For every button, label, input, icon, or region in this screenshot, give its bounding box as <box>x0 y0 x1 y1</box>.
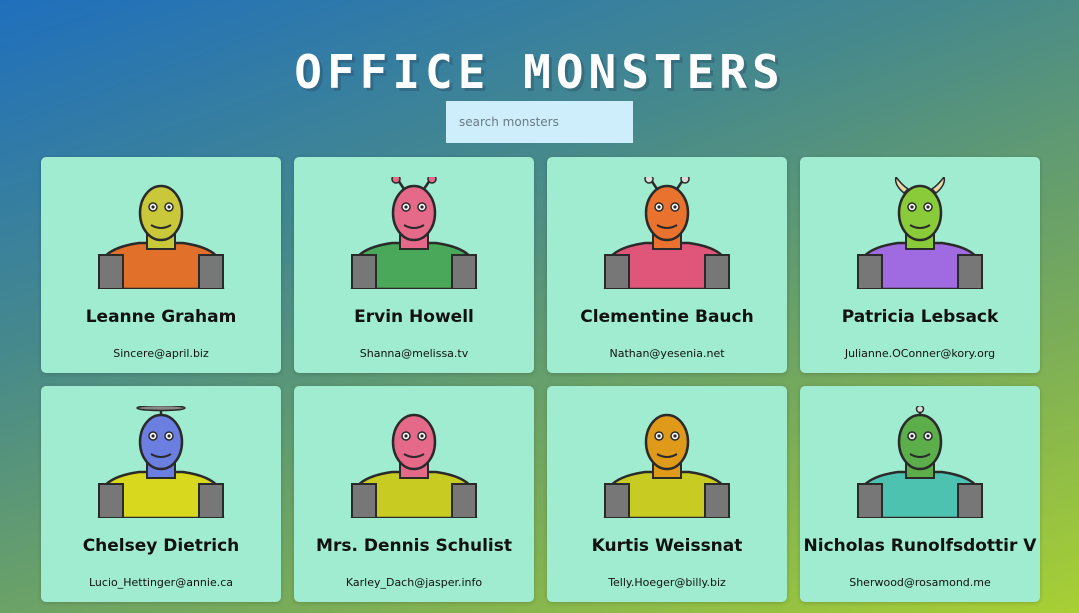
monster-shoulder-right <box>198 254 224 289</box>
monster-shoulder-right <box>451 483 477 518</box>
monster-head <box>897 184 943 242</box>
monster-shoulder-left <box>604 254 630 289</box>
monster-eyestalk-tip <box>915 406 925 414</box>
monster-pupil <box>910 434 914 438</box>
monster-email: Sherwood@rosamond.me <box>849 576 991 589</box>
monster-email: Nathan@yesenia.net <box>609 347 725 360</box>
monster-pupil <box>926 434 930 438</box>
monster-pupil <box>657 205 661 209</box>
monster-avatar <box>603 177 731 289</box>
monster-pupil <box>673 434 677 438</box>
monster-card[interactable]: Patricia Lebsack Julianne.OConner@kory.o… <box>800 157 1040 373</box>
monster-shoulder-right <box>198 483 224 518</box>
monster-email: Julianne.OConner@kory.org <box>844 347 996 360</box>
monster-pupil <box>167 434 171 438</box>
monster-shoulder-right <box>704 254 730 289</box>
monster-email: Sincere@april.biz <box>113 347 209 360</box>
page-title: OFFICE MONSTERS <box>294 44 785 99</box>
monster-shoulder-left <box>98 254 124 289</box>
monster-head <box>391 184 437 242</box>
monster-horn <box>930 177 946 195</box>
monster-shoulder-left <box>857 483 883 518</box>
monster-horn <box>894 177 910 195</box>
monster-card[interactable]: Ervin Howell Shanna@melissa.tv <box>294 157 534 373</box>
monster-shoulder-right <box>704 483 730 518</box>
monster-antenna-tip <box>391 177 401 184</box>
monster-propeller <box>136 406 186 412</box>
monster-shoulder-left <box>857 254 883 289</box>
monster-name: Chelsey Dietrich <box>82 536 240 556</box>
monster-name: Kurtis Weissnat <box>591 536 743 556</box>
monster-antenna-tip <box>644 177 654 184</box>
monster-antenna-tip <box>680 177 690 184</box>
monster-pupil <box>926 205 930 209</box>
monster-avatar <box>856 406 984 518</box>
monster-shoulder-left <box>604 483 630 518</box>
monster-name: Ervin Howell <box>354 307 474 327</box>
monster-pupil <box>657 434 661 438</box>
monster-pupil <box>673 205 677 209</box>
monster-shoulder-left <box>351 483 377 518</box>
monster-avatar <box>856 177 984 289</box>
monster-shoulder-right <box>451 254 477 289</box>
monster-email: Lucio_Hettinger@annie.ca <box>89 576 233 589</box>
monster-avatar <box>97 184 225 289</box>
monster-antenna-tip <box>427 177 437 184</box>
monster-email: Telly.Hoeger@billy.biz <box>608 576 726 589</box>
monster-card[interactable]: Leanne Graham Sincere@april.biz <box>41 157 281 373</box>
monster-card[interactable]: Chelsey Dietrich Lucio_Hettinger@annie.c… <box>41 386 281 602</box>
monster-name: Mrs. Dennis Schulist <box>316 536 512 556</box>
monster-email: Shanna@melissa.tv <box>359 347 469 360</box>
monster-pupil <box>151 205 155 209</box>
monster-pupil <box>420 434 424 438</box>
monster-shoulder-left <box>351 254 377 289</box>
monster-pupil <box>167 205 171 209</box>
monster-name: Nicholas Runolfsdottir V <box>803 536 1037 556</box>
monster-pupil <box>910 205 914 209</box>
monster-pupil <box>151 434 155 438</box>
monster-pupil <box>404 434 408 438</box>
monster-card[interactable]: Kurtis Weissnat Telly.Hoeger@billy.biz <box>547 386 787 602</box>
monster-grid: Leanne Graham Sincere@april.biz Ervin Ho… <box>41 157 1040 602</box>
monster-head <box>138 184 184 242</box>
monster-shoulder-right <box>957 254 983 289</box>
monster-name: Patricia Lebsack <box>841 307 999 327</box>
search-input[interactable] <box>446 101 633 143</box>
monster-avatar <box>97 406 225 518</box>
monster-avatar <box>350 413 478 518</box>
monster-card[interactable]: Nicholas Runolfsdottir V Sherwood@rosamo… <box>800 386 1040 602</box>
monster-head <box>138 413 184 471</box>
monster-head <box>644 184 690 242</box>
monster-head <box>897 413 943 471</box>
monster-card[interactable]: Clementine Bauch Nathan@yesenia.net <box>547 157 787 373</box>
monster-head <box>391 413 437 471</box>
monster-pupil <box>404 205 408 209</box>
monster-email: Karley_Dach@jasper.info <box>345 576 483 589</box>
monster-shoulder-right <box>957 483 983 518</box>
monster-avatar <box>350 177 478 289</box>
monster-name: Clementine Bauch <box>580 307 754 327</box>
monster-pupil <box>420 205 424 209</box>
monster-card[interactable]: Mrs. Dennis Schulist Karley_Dach@jasper.… <box>294 386 534 602</box>
monster-avatar <box>603 413 731 518</box>
monster-shoulder-left <box>98 483 124 518</box>
monster-head <box>644 413 690 471</box>
monster-name: Leanne Graham <box>85 307 237 327</box>
